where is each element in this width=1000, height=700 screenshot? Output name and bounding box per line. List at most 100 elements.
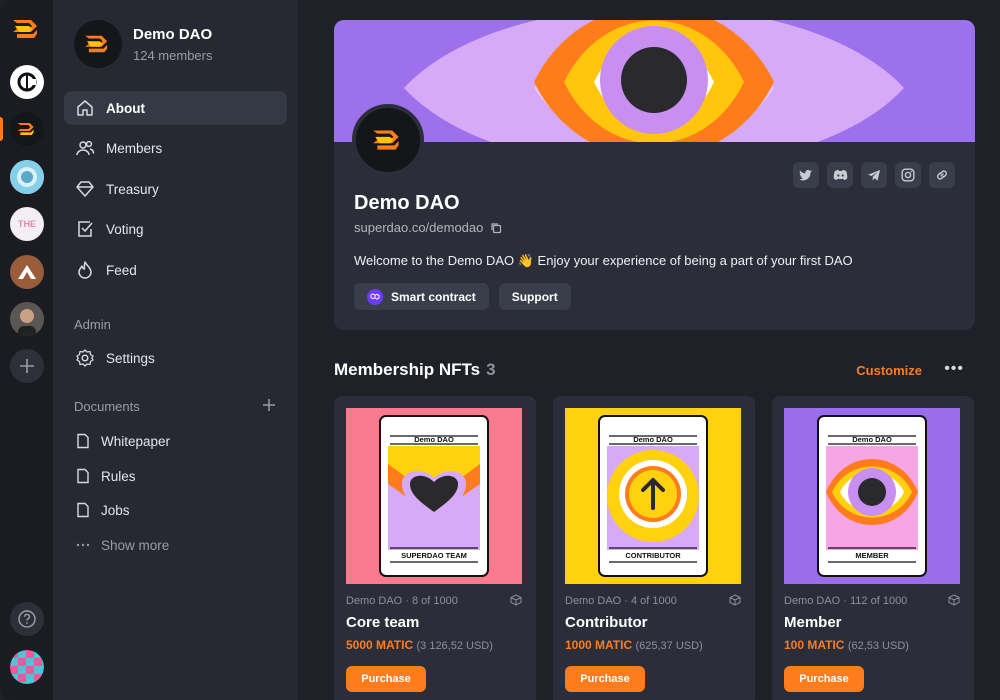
nav-label: About [106, 100, 145, 116]
nft-name: Contributor [565, 614, 648, 631]
globe-dao-icon[interactable] [10, 160, 44, 194]
home-icon [74, 97, 96, 119]
nft-meta: Demo DAO · 8 of 1000 [346, 594, 522, 609]
cube-icon [948, 594, 960, 609]
the-dao-icon[interactable]: THE [10, 207, 44, 241]
nft-art-dao-label: Demo DAO [414, 435, 454, 444]
support-button[interactable]: Support [498, 283, 571, 310]
person-dao-icon[interactable] [10, 302, 44, 336]
nav-label: Members [106, 140, 163, 156]
vote-icon [74, 218, 96, 240]
dao-url: superdao.co/demodao [354, 220, 484, 235]
nav-label: Treasury [106, 181, 159, 197]
diamond-icon [74, 178, 96, 200]
profile-banner [334, 20, 975, 142]
nft-price-matic: 1000 MATIC [565, 638, 633, 652]
nft-meta-text: Demo DAO · 4 of 1000 [565, 595, 677, 607]
nft-card-contributor[interactable]: Demo DAO CONTRIBUTOR Demo DAO · 4 of 100… [553, 396, 755, 700]
nft-price-usd: (3 126,52 USD) [416, 640, 493, 652]
dao-rail: THE [0, 0, 54, 700]
nft-meta: Demo DAO · 4 of 1000 [565, 594, 741, 609]
link-icon[interactable] [929, 162, 955, 188]
nft-price-matic: 100 MATIC [784, 638, 845, 652]
nft-price: 100 MATIC (62,53 USD) [784, 638, 909, 652]
nav-label: Voting [106, 221, 144, 237]
nft-price-usd: (625,37 USD) [635, 640, 703, 652]
document-icon [74, 432, 92, 450]
social-links [793, 162, 955, 188]
sidebar: Demo DAO 124 members About Members Treas… [54, 0, 298, 700]
nav-item-members[interactable]: Members [64, 131, 287, 165]
nft-price: 1000 MATIC (625,37 USD) [565, 638, 703, 652]
nft-card-core-team[interactable]: Demo DAO SUPERDAO TEAM Demo DAO · 8 of 1… [334, 396, 536, 700]
nft-art-heart: Demo DAO SUPERDAO TEAM [346, 408, 522, 584]
mountain-dao-icon[interactable] [10, 255, 44, 289]
dao-url-row: superdao.co/demodao [354, 220, 502, 235]
doc-item-whitepaper[interactable]: Whitepaper [74, 432, 170, 450]
demo-dao-icon[interactable] [10, 112, 44, 146]
help-icon[interactable] [10, 602, 44, 636]
coin-dao-icon[interactable] [10, 65, 44, 99]
add-icon[interactable] [10, 349, 44, 383]
cube-icon [510, 594, 522, 609]
nav-item-treasury[interactable]: Treasury [64, 172, 287, 206]
more-options-icon[interactable]: ••• [944, 360, 964, 378]
copy-icon[interactable] [490, 222, 502, 234]
documents-section-label: Documents [74, 399, 140, 414]
doc-label: Whitepaper [101, 433, 171, 449]
nft-art-tier-label: CONTRIBUTOR [625, 551, 681, 560]
org-header[interactable]: Demo DAO 124 members [74, 20, 212, 68]
polygon-icon [367, 288, 383, 305]
purchase-button[interactable]: Purchase [565, 666, 645, 692]
nft-price-usd: (62,53 USD) [847, 640, 909, 652]
cube-icon [729, 594, 741, 609]
nft-name: Member [784, 614, 842, 631]
show-more-link[interactable]: Show more [74, 536, 169, 554]
purchase-button[interactable]: Purchase [784, 666, 864, 692]
twitter-icon[interactable] [793, 162, 819, 188]
doc-label: Rules [101, 468, 136, 484]
doc-label: Jobs [101, 502, 130, 518]
main-content: Demo DAO superdao.co/demodao Welcome to … [298, 0, 1000, 700]
doc-item-rules[interactable]: Rules [74, 467, 136, 485]
nft-art-tier-label: MEMBER [855, 551, 889, 560]
nft-section-title: Membership NFTs 3 [334, 360, 496, 380]
dao-profile-card: Demo DAO superdao.co/demodao Welcome to … [334, 20, 975, 330]
instagram-icon[interactable] [895, 162, 921, 188]
nav-item-about[interactable]: About [64, 91, 287, 125]
users-icon [74, 137, 96, 159]
user-avatar[interactable] [10, 650, 44, 684]
nav-item-settings[interactable]: Settings [64, 341, 287, 375]
nft-meta: Demo DAO · 112 of 1000 [784, 594, 960, 609]
customize-link[interactable]: Customize [856, 363, 922, 378]
dao-name: Demo DAO [354, 192, 460, 214]
nav-item-feed[interactable]: Feed [64, 253, 287, 287]
dao-avatar [352, 104, 424, 176]
superdao-logo-icon[interactable] [10, 12, 44, 46]
telegram-icon[interactable] [861, 162, 887, 188]
smart-contract-button[interactable]: Smart contract [354, 283, 489, 310]
document-icon [74, 501, 92, 519]
ellipsis-icon [74, 536, 92, 554]
dao-description: Welcome to the Demo DAO 👋 Enjoy your exp… [354, 253, 853, 268]
nav-label: Settings [106, 350, 155, 366]
gear-icon [74, 347, 96, 369]
nft-title-text: Membership NFTs [334, 360, 481, 379]
nft-name: Core team [346, 614, 420, 631]
smart-contract-label: Smart contract [391, 289, 476, 304]
document-icon [74, 467, 92, 485]
admin-section-label: Admin [74, 317, 111, 332]
add-document-icon[interactable] [262, 398, 276, 417]
doc-item-jobs[interactable]: Jobs [74, 501, 130, 519]
nft-price-matic: 5000 MATIC [346, 638, 414, 652]
discord-icon[interactable] [827, 162, 853, 188]
nav-label: Feed [106, 262, 137, 278]
active-indicator [0, 117, 3, 141]
flame-icon [74, 259, 96, 281]
nft-price: 5000 MATIC (3 126,52 USD) [346, 638, 493, 652]
app-window: THE Demo DAO 124 members About Members T… [0, 0, 1000, 700]
nft-card-member[interactable]: Demo DAO MEMBER Demo DAO · 112 of 1000 M… [772, 396, 974, 700]
purchase-button[interactable]: Purchase [346, 666, 426, 692]
nft-meta-text: Demo DAO · 112 of 1000 [784, 595, 908, 607]
nav-item-voting[interactable]: Voting [64, 212, 287, 246]
